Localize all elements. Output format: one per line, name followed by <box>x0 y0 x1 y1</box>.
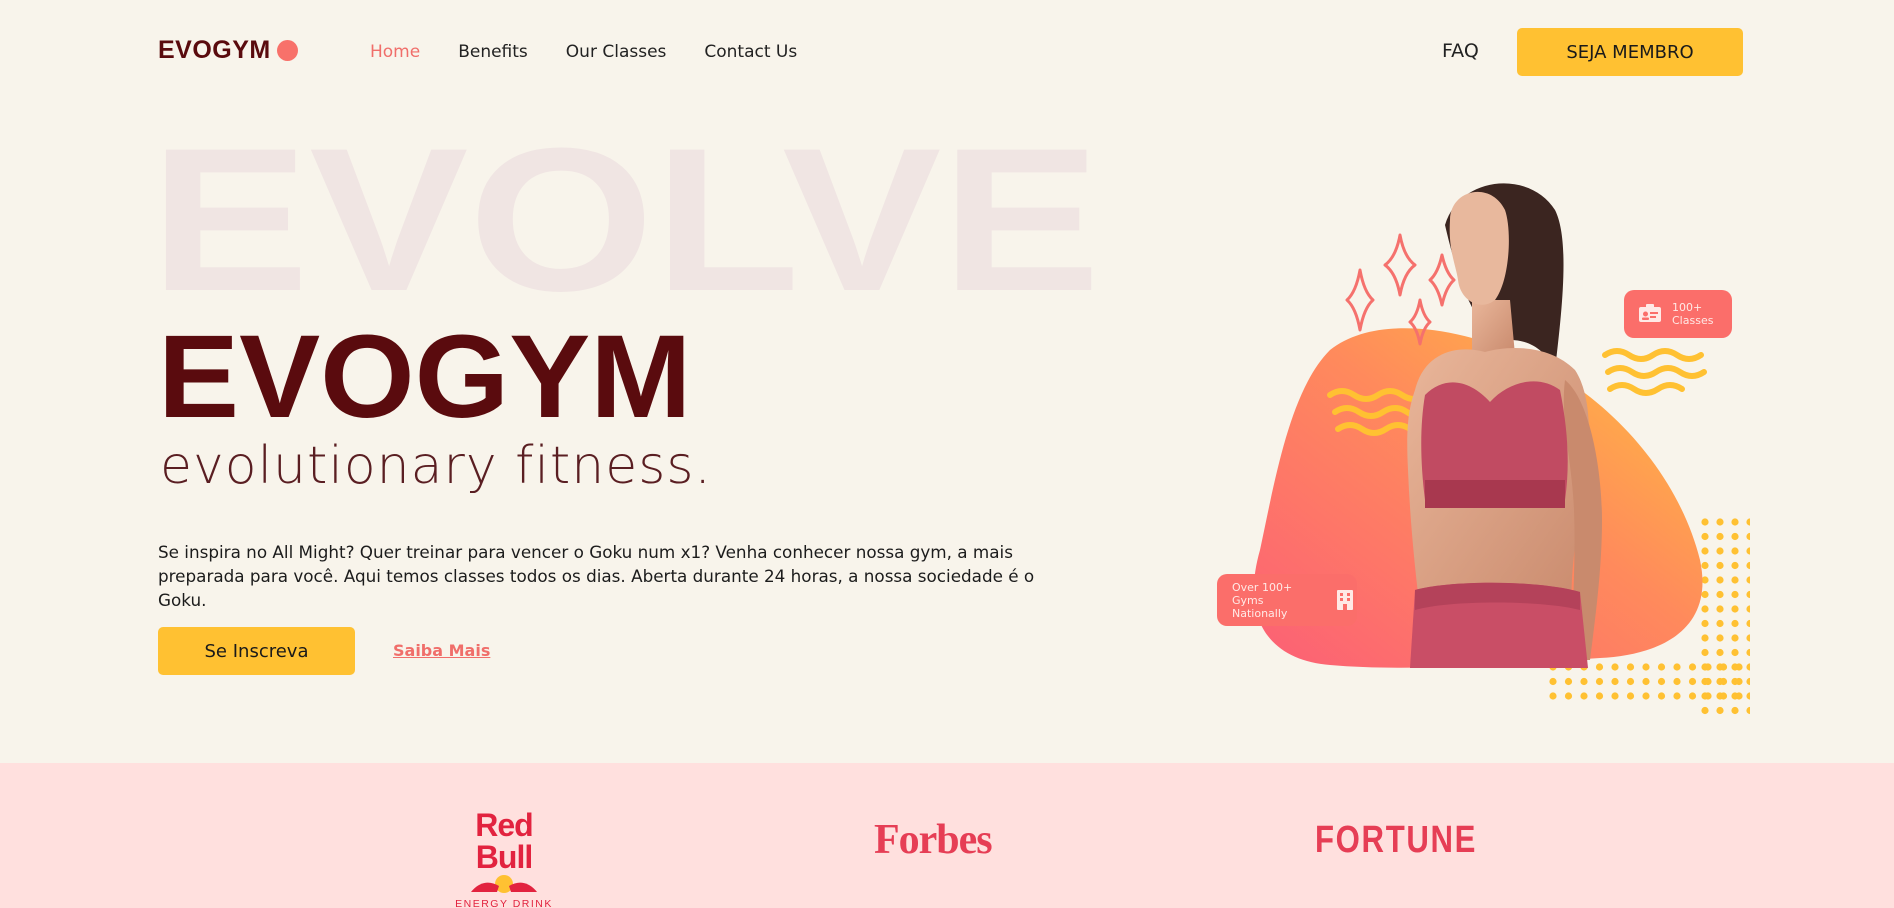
redbull-bulls-icon <box>471 875 537 893</box>
hero-description: Se inspira no All Might? Quer treinar pa… <box>158 542 1035 610</box>
gyms-badge-label: Gyms Nationally <box>1232 593 1288 620</box>
nav-link-contact-us[interactable]: Contact Us <box>704 42 797 62</box>
nav-links: Home Benefits Our Classes Contact Us <box>370 42 797 62</box>
classes-badge-count: 100+ <box>1672 301 1703 314</box>
redbull-name: Red Bull <box>475 807 533 875</box>
classes-badge-text: 100+ Classes <box>1672 301 1713 327</box>
nav-link-benefits[interactable]: Benefits <box>458 42 528 62</box>
sparkle-icons <box>1345 233 1456 346</box>
become-member-button[interactable]: SEJA MEMBRO <box>1517 28 1743 76</box>
nav-link-home[interactable]: Home <box>370 42 420 62</box>
partners-section: Red Bull ENERGY DRINK Forbes FORTUNE <box>0 763 1894 908</box>
sign-up-button[interactable]: Se Inscreva <box>158 627 355 675</box>
gyms-badge-text: Over 100+ Gyms Nationally <box>1232 581 1320 620</box>
learn-more-link[interactable]: Saiba Mais <box>393 641 490 660</box>
logo[interactable]: EVOGYM <box>158 36 298 65</box>
gyms-badge-count: Over 100+ <box>1232 580 1293 594</box>
navbar: EVOGYM Home Benefits Our Classes Contact… <box>0 0 1894 102</box>
hero-title: EVOGYM <box>158 311 692 443</box>
athlete-figure <box>1407 183 1602 668</box>
hero-illustration <box>1210 140 1750 720</box>
faq-link[interactable]: FAQ <box>1442 40 1479 62</box>
hero-graphic <box>1253 183 1750 715</box>
building-icon <box>1334 588 1357 612</box>
forbes-logo: Forbes <box>874 817 993 863</box>
hero-subtitle: evolutionary fitness. <box>160 436 712 496</box>
nav-link-our-classes[interactable]: Our Classes <box>566 42 667 62</box>
classes-badge-label: Classes <box>1672 314 1714 327</box>
hero-background-word: EVOLVE <box>150 106 1101 334</box>
logo-dot-icon <box>276 40 298 61</box>
redbull-logo: Red Bull ENERGY DRINK <box>446 809 562 908</box>
id-card-icon <box>1638 302 1662 326</box>
fortune-logo: FORTUNE <box>1315 819 1478 861</box>
classes-badge: 100+ Classes <box>1624 290 1732 338</box>
redbull-subtitle: ENERGY DRINK <box>455 898 553 908</box>
logo-text: EVOGYM <box>158 36 271 64</box>
gyms-badge: Over 100+ Gyms Nationally <box>1217 574 1357 626</box>
